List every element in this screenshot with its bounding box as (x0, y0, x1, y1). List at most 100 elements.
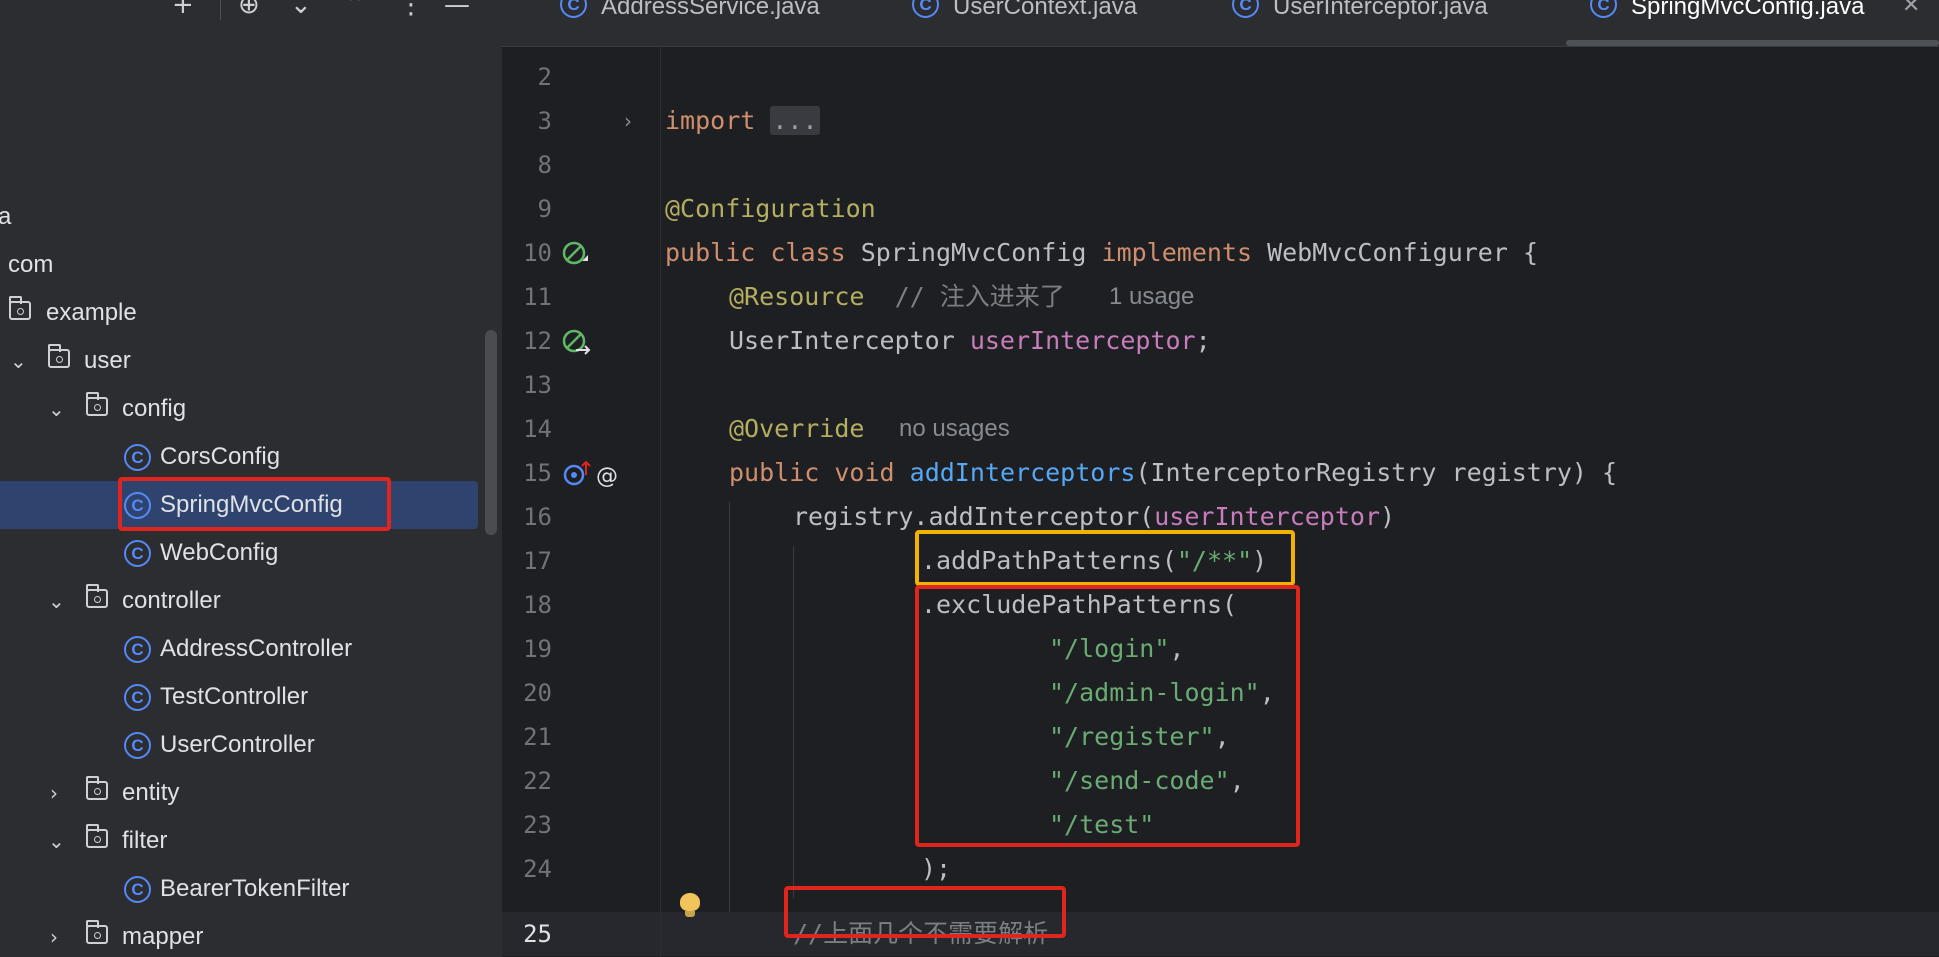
chevron-down-icon[interactable]: ⌄ (48, 589, 65, 613)
package-folder-icon (86, 392, 108, 416)
code-text: @Resource // 注入进来了 (729, 275, 1065, 319)
collapse-all-icon[interactable]: ⌃ (344, 0, 366, 18)
chevron-down-icon[interactable]: ⌄ (48, 397, 65, 421)
tree-item-addresscontroller[interactable]: C AddressController (0, 625, 480, 673)
at-icon: @ (596, 464, 618, 489)
code-line[interactable]: 19 "/login", (502, 627, 1939, 671)
tree-item-springmvcconfig[interactable]: C SpringMvcConfig (0, 481, 478, 529)
tree-item-label: BearerTokenFilter (160, 875, 350, 902)
java-class-icon: C (1232, 0, 1259, 18)
usages-hint[interactable]: 1 usage (1109, 275, 1194, 319)
tree-item-label: user (84, 347, 131, 374)
code-text: registry.addInterceptor(userInterceptor) (793, 495, 1395, 539)
annotation-token: @Override (729, 414, 865, 443)
chevron-down-icon[interactable]: ⌄ (48, 829, 65, 853)
method-token: addInterceptors (909, 458, 1136, 487)
code-line[interactable]: 12 UserInterceptor userInterceptor; (502, 319, 1939, 363)
autowired-navigate-icon[interactable] (562, 329, 592, 357)
code-line[interactable]: 20 "/admin-login", (502, 671, 1939, 715)
chevron-right-icon[interactable]: › (624, 109, 632, 133)
code-token: ) (1380, 502, 1396, 531)
expand-all-icon[interactable]: ⌄ (290, 0, 312, 18)
code-line[interactable]: 22 "/send-code", (502, 759, 1939, 803)
java-class-icon: C (1590, 0, 1617, 18)
code-line[interactable]: 2 (502, 55, 1939, 99)
line-number: 10 (523, 239, 552, 267)
tree-item-mapper[interactable]: › mapper (0, 913, 480, 957)
tree-item-corsconfig[interactable]: C CorsConfig (0, 433, 480, 481)
line-number: 3 (537, 107, 552, 135)
tree-item-example[interactable]: example (0, 289, 480, 337)
code-text: ); (921, 847, 951, 891)
code-line[interactable]: 23 "/test" (502, 803, 1939, 847)
code-editor[interactable]: 2 3 › import ... 8 9 @Configuration 10 p… (502, 47, 1939, 957)
keyword-token: void (834, 458, 895, 487)
code-line[interactable]: 9 @Configuration (502, 187, 1939, 231)
sidebar-scrollbar[interactable] (485, 330, 497, 535)
code-line[interactable]: 13 (502, 363, 1939, 407)
code-token: ) (1252, 546, 1268, 575)
line-number: 17 (523, 547, 552, 575)
java-class-icon: C (124, 540, 151, 567)
tree-item-label: mapper (122, 923, 204, 950)
tab-scrollbar[interactable] (1566, 40, 1939, 46)
tree-item-controller[interactable]: ⌄ controller (0, 577, 480, 625)
code-line[interactable]: 17 .addPathPatterns("/**") (502, 539, 1939, 583)
code-line[interactable]: 21 "/register", (502, 715, 1939, 759)
spring-bean-icon[interactable] (562, 241, 590, 267)
tree-item-testcontroller[interactable]: C TestController (0, 673, 480, 721)
options-menu-icon[interactable]: ⋮ (398, 0, 424, 18)
override-method-icon[interactable]: @ (562, 459, 626, 489)
code-text: public void addInterceptors(InterceptorR… (729, 451, 1617, 495)
tree-item-com[interactable]: com (0, 241, 480, 289)
hide-panel-icon[interactable]: — (444, 0, 470, 18)
tree-item-java[interactable]: ra (0, 193, 480, 241)
folded-imports[interactable]: ... (770, 106, 820, 135)
code-line[interactable]: 16 registry.addInterceptor(userIntercept… (502, 495, 1939, 539)
code-line-current[interactable]: 25 //上面几个不需要解析 (502, 912, 1939, 956)
code-line[interactable]: 3 › import ... (502, 99, 1939, 143)
tree-item-entity[interactable]: › entity (0, 769, 480, 817)
tree-item-user[interactable]: ⌄ user (0, 337, 480, 385)
line-number: 22 (523, 767, 552, 795)
code-line[interactable]: 15 @ public void addInterceptors(Interce… (502, 451, 1939, 495)
lightbulb-icon[interactable] (680, 893, 700, 917)
code-line[interactable]: 8 (502, 143, 1939, 187)
tab-userinterceptor[interactable]: C UserInterceptor.java (1232, 0, 1542, 46)
java-class-icon: C (124, 876, 151, 903)
field-token: userInterceptor (969, 326, 1196, 355)
code-line[interactable]: 24 ); (502, 847, 1939, 891)
chevron-down-icon[interactable]: ⌄ (10, 349, 27, 373)
code-token: , (1169, 634, 1185, 663)
tree-item-bearertokenfilter[interactable]: C BearerTokenFilter (0, 865, 480, 913)
tree-item-label: com (8, 251, 54, 278)
tree-item-usercontroller[interactable]: C UserController (0, 721, 480, 769)
line-number: 8 (537, 151, 552, 179)
tab-addressservice[interactable]: C AddressService.java (560, 0, 860, 46)
string-token: "/**" (1176, 546, 1253, 575)
new-file-icon[interactable]: + (172, 0, 194, 18)
code-text: //上面几个不需要解析 (793, 912, 1048, 956)
code-line[interactable]: 10 public class SpringMvcConfig implemen… (502, 231, 1939, 275)
chevron-right-icon[interactable]: › (50, 925, 58, 949)
string-token: "/send-code" (1049, 766, 1230, 795)
string-token: "/test" (1049, 810, 1155, 839)
code-token: UserInterceptor (729, 326, 970, 355)
tab-usercontext[interactable]: C UserContext.java (912, 0, 1192, 46)
code-line[interactable]: 18 .excludePathPatterns( (502, 583, 1939, 627)
usages-hint[interactable]: no usages (899, 407, 1010, 451)
tree-item-config[interactable]: ⌄ config (0, 385, 480, 433)
tree-item-label: controller (122, 587, 221, 614)
tree-item-label: AddressController (160, 635, 353, 662)
string-token: "/register" (1049, 722, 1215, 751)
tree-item-filter[interactable]: ⌄ filter (0, 817, 480, 865)
chevron-right-icon[interactable]: › (50, 781, 58, 805)
tree-item-webconfig[interactable]: C WebConfig (0, 529, 480, 577)
close-icon[interactable]: ✕ (1902, 0, 1920, 17)
code-line[interactable]: 14 @Override no usages (502, 407, 1939, 451)
locate-file-icon[interactable]: ⊕ (238, 0, 260, 18)
keyword-token: public (665, 238, 756, 267)
code-line[interactable]: 11 @Resource // 注入进来了 1 usage (502, 275, 1939, 319)
code-token: registry.addInterceptor( (793, 502, 1155, 531)
